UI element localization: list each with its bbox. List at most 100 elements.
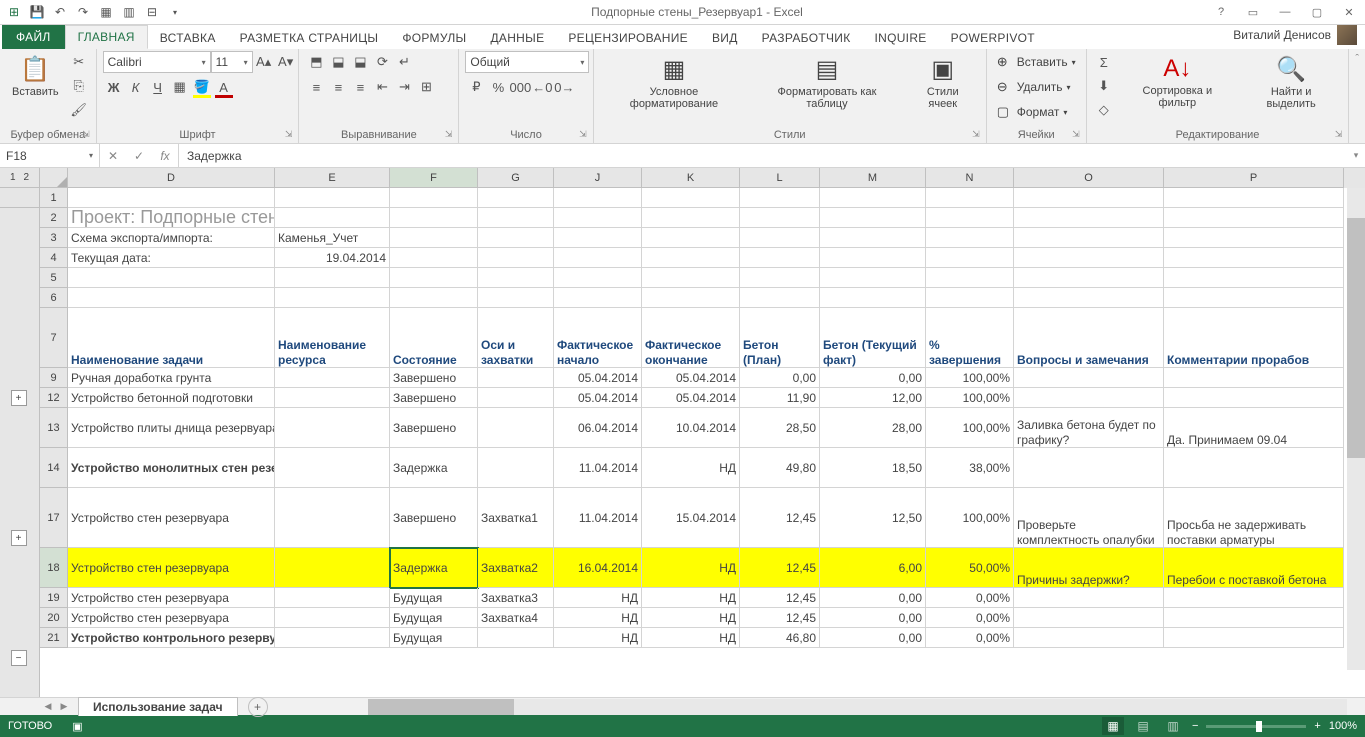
cell[interactable] xyxy=(1014,228,1164,248)
cell[interactable]: Устройство стен резервуара xyxy=(68,548,275,588)
cell[interactable]: 38,00% xyxy=(926,448,1014,488)
cell[interactable]: 28,00 xyxy=(820,408,926,448)
cell[interactable]: 05.04.2014 xyxy=(554,368,642,388)
clear-icon[interactable]: ◇ xyxy=(1093,99,1115,121)
cell[interactable]: Завершено xyxy=(390,368,478,388)
cell[interactable]: 46,80 xyxy=(740,628,820,648)
cell[interactable]: НД xyxy=(642,548,740,588)
row-header[interactable]: 18 xyxy=(40,548,68,588)
cell[interactable]: 100,00% xyxy=(926,368,1014,388)
cell[interactable]: 0,00 xyxy=(820,628,926,648)
cell[interactable] xyxy=(390,228,478,248)
cell[interactable]: 11,90 xyxy=(740,388,820,408)
row-header[interactable]: 9 xyxy=(40,368,68,388)
currency-icon[interactable]: ₽ xyxy=(465,76,487,98)
cell[interactable]: 28,50 xyxy=(740,408,820,448)
cell[interactable]: Завершено xyxy=(390,388,478,408)
cell[interactable]: Вопросы и замечания xyxy=(1014,308,1164,368)
cell[interactable]: 05.04.2014 xyxy=(554,388,642,408)
cell[interactable] xyxy=(1164,248,1344,268)
decrease-indent-icon[interactable]: ⇤ xyxy=(371,76,393,98)
cell[interactable] xyxy=(926,268,1014,288)
cell[interactable] xyxy=(1164,208,1344,228)
maximize-icon[interactable]: ▢ xyxy=(1305,6,1329,19)
cell[interactable]: Причины задержки? xyxy=(1014,548,1164,588)
cell[interactable] xyxy=(1014,448,1164,488)
bold-button[interactable]: Ж xyxy=(103,76,125,98)
cell[interactable]: Оси и захватки xyxy=(478,308,554,368)
cell[interactable]: Фактическое начало xyxy=(554,308,642,368)
cell[interactable]: 0,00% xyxy=(926,608,1014,628)
cell[interactable] xyxy=(275,608,390,628)
cell[interactable] xyxy=(926,208,1014,228)
row-header[interactable]: 19 xyxy=(40,588,68,608)
cell[interactable] xyxy=(1014,628,1164,648)
row-header[interactable]: 2 xyxy=(40,208,68,228)
zoom-slider[interactable] xyxy=(1206,725,1306,728)
cell[interactable] xyxy=(642,268,740,288)
cell[interactable]: НД xyxy=(642,588,740,608)
cell[interactable] xyxy=(642,248,740,268)
cell[interactable] xyxy=(390,248,478,268)
outline-toggle[interactable]: + xyxy=(11,390,27,406)
column-header[interactable]: O xyxy=(1014,168,1164,188)
column-header[interactable]: G xyxy=(478,168,554,188)
cell[interactable] xyxy=(554,228,642,248)
cell[interactable] xyxy=(390,208,478,228)
cell[interactable]: 12,00 xyxy=(820,388,926,408)
save-icon[interactable]: 💾 xyxy=(27,2,47,22)
minimize-icon[interactable]: — xyxy=(1273,6,1297,18)
cell[interactable]: Фактическое окончание xyxy=(642,308,740,368)
cell[interactable]: Наименование задачи xyxy=(68,308,275,368)
cell[interactable] xyxy=(1164,228,1344,248)
cell[interactable] xyxy=(478,628,554,648)
cell[interactable]: Проверьте комплектность опалубки xyxy=(1014,488,1164,548)
tab-home[interactable]: ГЛАВНАЯ xyxy=(65,25,148,49)
cell[interactable] xyxy=(478,208,554,228)
cell[interactable]: Просьба не задерживать поставки арматуры xyxy=(1164,488,1344,548)
cell[interactable] xyxy=(820,208,926,228)
cell[interactable]: Устройство монолитных стен резервуара по… xyxy=(68,448,275,488)
align-left-icon[interactable]: ≡ xyxy=(305,76,327,98)
cell[interactable]: Захватка3 xyxy=(478,588,554,608)
zoom-level[interactable]: 100% xyxy=(1329,720,1357,732)
cell[interactable] xyxy=(275,368,390,388)
cell[interactable]: Задержка xyxy=(390,448,478,488)
cell[interactable]: 100,00% xyxy=(926,488,1014,548)
cell[interactable]: 0,00% xyxy=(926,588,1014,608)
outline-level-2[interactable]: 2 xyxy=(24,172,30,183)
cell[interactable]: 50,00% xyxy=(926,548,1014,588)
cell[interactable] xyxy=(390,288,478,308)
cell[interactable]: Устройство стен резервуара xyxy=(68,608,275,628)
macro-record-icon[interactable]: ▣ xyxy=(72,720,82,733)
cell[interactable] xyxy=(275,548,390,588)
cell[interactable] xyxy=(275,188,390,208)
cell[interactable]: 12,45 xyxy=(740,488,820,548)
cell[interactable] xyxy=(740,188,820,208)
cell[interactable] xyxy=(1014,268,1164,288)
cell[interactable] xyxy=(275,588,390,608)
row-header[interactable]: 3 xyxy=(40,228,68,248)
cell[interactable] xyxy=(554,288,642,308)
cell[interactable]: Ручная доработка грунта xyxy=(68,368,275,388)
autosum-icon[interactable]: Σ xyxy=(1093,51,1115,73)
cell[interactable] xyxy=(478,388,554,408)
underline-button[interactable]: Ч xyxy=(147,76,169,98)
format-as-table-button[interactable]: ▤Форматировать как таблицу xyxy=(751,51,903,114)
increase-indent-icon[interactable]: ⇥ xyxy=(393,76,415,98)
font-size-combo[interactable]: 11▾ xyxy=(211,51,253,73)
number-format-combo[interactable]: Общий▾ xyxy=(465,51,589,73)
align-center-icon[interactable]: ≡ xyxy=(327,76,349,98)
cell[interactable]: Захватка4 xyxy=(478,608,554,628)
row-header[interactable]: 20 xyxy=(40,608,68,628)
cell[interactable] xyxy=(1014,608,1164,628)
formula-input[interactable]: Задержка xyxy=(179,144,1347,167)
cell[interactable] xyxy=(275,208,390,228)
page-break-view-icon[interactable]: ▥ xyxy=(1162,717,1184,735)
font-color-icon[interactable]: A xyxy=(213,76,235,98)
cell[interactable] xyxy=(1164,288,1344,308)
cell[interactable]: Завершено xyxy=(390,488,478,548)
cell-styles-button[interactable]: ▣Стили ячеек xyxy=(906,51,980,114)
cell[interactable]: % завершения xyxy=(926,308,1014,368)
cell[interactable] xyxy=(275,288,390,308)
